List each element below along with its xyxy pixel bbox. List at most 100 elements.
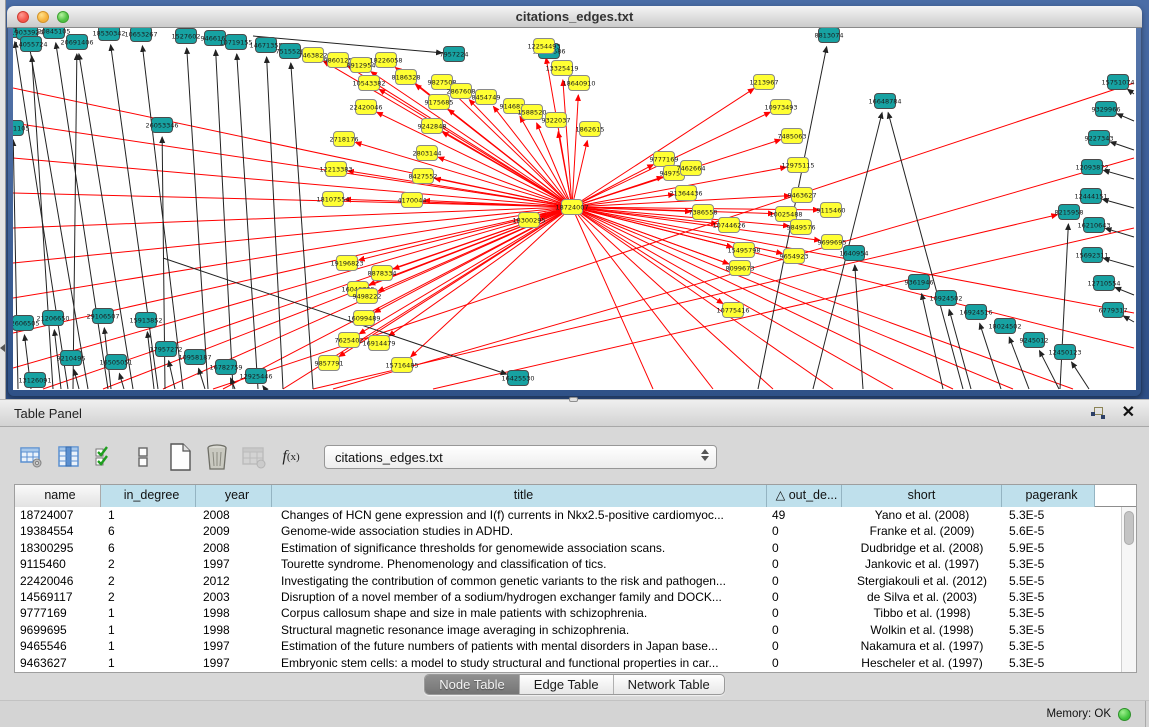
table-cell[interactable]: 49 — [767, 507, 842, 523]
table-cell[interactable]: 0 — [767, 605, 842, 621]
citation-network-graph[interactable]: 1302762419033924208451051405572420691406… — [13, 28, 1136, 390]
table-cell[interactable]: 0 — [767, 638, 842, 654]
graph-node[interactable]: 16924516 — [959, 305, 992, 320]
table-cell[interactable]: Nakamura et al. (1997) — [842, 638, 1002, 654]
table-cell[interactable]: Structural magnetic resonance image aver… — [272, 622, 767, 638]
graph-node[interactable]: 12450123 — [1048, 345, 1081, 360]
checklist-icon[interactable] — [92, 442, 120, 472]
table-cell[interactable]: 5.3E-5 — [1002, 507, 1095, 523]
table-cell[interactable]: Jankovic et al. (1997) — [842, 556, 1002, 572]
table-cell[interactable]: 5.3E-5 — [1002, 589, 1095, 605]
network-canvas[interactable]: 1302762419033924208451051405572420691406… — [13, 28, 1136, 390]
table-cell[interactable]: 0 — [767, 589, 842, 605]
graph-node[interactable]: 20691406 — [60, 35, 93, 50]
graph-node[interactable]: 9849576 — [787, 220, 816, 235]
table-cell[interactable]: 2008 — [196, 507, 272, 523]
table-cell[interactable]: Investigating the contribution of common… — [272, 573, 767, 589]
tab-network-table[interactable]: Network Table — [614, 675, 724, 694]
table-cell[interactable]: 5.5E-5 — [1002, 573, 1095, 589]
column-header-name[interactable]: name — [15, 485, 101, 507]
table-cell[interactable]: Franke et al. (2009) — [842, 523, 1002, 539]
graph-node[interactable]: 16210643 — [1077, 218, 1110, 233]
graph-node[interactable]: 16099489 — [347, 311, 380, 326]
table-cell[interactable]: 5.6E-5 — [1002, 523, 1095, 539]
graph-node[interactable]: 15692311 — [1075, 248, 1108, 263]
vertical-scrollbar[interactable] — [1121, 507, 1136, 672]
table-cell[interactable]: 1 — [101, 622, 196, 638]
table-cell[interactable]: 5.3E-5 — [1002, 605, 1095, 621]
graph-node[interactable]: 9175685 — [425, 95, 454, 110]
graph-node[interactable]: 1213967 — [750, 75, 779, 90]
table-row[interactable]: 977716911998Corpus callosum shape and si… — [15, 605, 1121, 621]
table-row[interactable]: 1872400712008Changes of HCN gene express… — [15, 507, 1121, 523]
splitter-handle[interactable] — [569, 397, 578, 402]
float-panel-icon[interactable] — [1091, 406, 1106, 420]
table-row[interactable]: 969969511998Structural magnetic resonanc… — [15, 622, 1121, 638]
graph-node[interactable]: 8454749 — [472, 90, 501, 105]
graph-node[interactable]: 20845105 — [37, 28, 70, 39]
column-header-year[interactable]: year — [196, 485, 272, 507]
graph-node[interactable]: 9245012 — [1020, 333, 1049, 348]
graph-node[interactable]: 21206650 — [36, 311, 69, 326]
table-cell[interactable]: 6 — [101, 540, 196, 556]
table-cell[interactable]: 2008 — [196, 540, 272, 556]
table-row[interactable]: 1830029562008Estimation of significance … — [15, 540, 1121, 556]
graph-node[interactable]: 8099673 — [726, 261, 755, 276]
graph-node[interactable]: 16648784 — [868, 94, 901, 109]
table-cell[interactable]: 9699695 — [15, 622, 101, 638]
table-cell[interactable]: Disruption of a novel member of a sodium… — [272, 589, 767, 605]
graph-node[interactable]: 29106507 — [86, 309, 119, 324]
graph-node[interactable]: 16782759 — [209, 360, 242, 375]
table-cell[interactable]: 19384554 — [15, 523, 101, 539]
delete-icon[interactable] — [203, 442, 231, 472]
network-window-titlebar[interactable]: citations_edges.txt — [7, 6, 1142, 28]
table-cell[interactable]: 6 — [101, 523, 196, 539]
graph-node[interactable]: 8878334 — [368, 266, 397, 281]
graph-node[interactable]: 9463627 — [788, 188, 817, 203]
table-cell[interactable]: 1997 — [196, 556, 272, 572]
table-cell[interactable]: Changes of HCN gene expression and I(f) … — [272, 507, 767, 523]
table-cell[interactable]: 1 — [101, 605, 196, 621]
table-cell[interactable]: 1 — [101, 507, 196, 523]
graph-node[interactable]: 9227343 — [1085, 131, 1114, 146]
graph-node[interactable]: 9361946 — [905, 275, 934, 290]
column-header-pagerank[interactable]: pagerank — [1002, 485, 1095, 507]
table-cell[interactable]: 0 — [767, 655, 842, 671]
table-cell[interactable]: 0 — [767, 540, 842, 556]
graph-node[interactable]: 12213383 — [319, 162, 352, 177]
table-cell[interactable]: 9115460 — [15, 556, 101, 572]
collapse-arrow-icon[interactable] — [0, 344, 5, 352]
table-cell[interactable]: 2 — [101, 556, 196, 572]
table-cell[interactable]: 1 — [101, 655, 196, 671]
graph-node[interactable]: 16425530 — [501, 371, 534, 386]
graph-node[interactable]: 7625402 — [335, 333, 364, 348]
table-cell[interactable]: 0 — [767, 573, 842, 589]
table-cell[interactable]: 2 — [101, 573, 196, 589]
graph-node[interactable]: 9322037 — [542, 113, 571, 128]
table-cell[interactable]: Wolkin et al. (1998) — [842, 622, 1002, 638]
graph-node[interactable]: 1862615 — [576, 122, 605, 137]
table-cell[interactable]: Estimation of significance thresholds fo… — [272, 540, 767, 556]
table-cell[interactable]: 9777169 — [15, 605, 101, 621]
graph-node[interactable]: 8215958 — [1055, 205, 1084, 220]
graph-node[interactable]: 1640954 — [840, 246, 869, 261]
table-cell[interactable]: 1997 — [196, 638, 272, 654]
table-cell[interactable]: 1998 — [196, 605, 272, 621]
graph-node[interactable]: 12444151 — [1074, 189, 1107, 204]
table-cell[interactable]: 1997 — [196, 655, 272, 671]
table-cell[interactable]: 2 — [101, 589, 196, 605]
collapsed-panel-strip[interactable] — [0, 0, 6, 399]
graph-node[interactable]: 1527602 — [172, 29, 201, 44]
graph-node[interactable]: 9242848 — [418, 119, 447, 134]
graph-node[interactable]: 7957224 — [440, 47, 469, 62]
table-cell[interactable]: 22420046 — [15, 573, 101, 589]
column-header-in_degree[interactable]: in_degree — [101, 485, 196, 507]
table-cell[interactable]: Tourette syndrome. Phenomenology and cla… — [272, 556, 767, 572]
graph-node[interactable]: 15716485 — [385, 358, 418, 373]
table-cell[interactable]: 2003 — [196, 589, 272, 605]
graph-node[interactable]: 9654923 — [780, 249, 809, 264]
table-cell[interactable]: 9463627 — [15, 655, 101, 671]
graph-node[interactable]: 8813074 — [815, 28, 844, 43]
rows-icon[interactable] — [129, 442, 157, 472]
graph-node[interactable]: 18640910 — [562, 76, 595, 91]
